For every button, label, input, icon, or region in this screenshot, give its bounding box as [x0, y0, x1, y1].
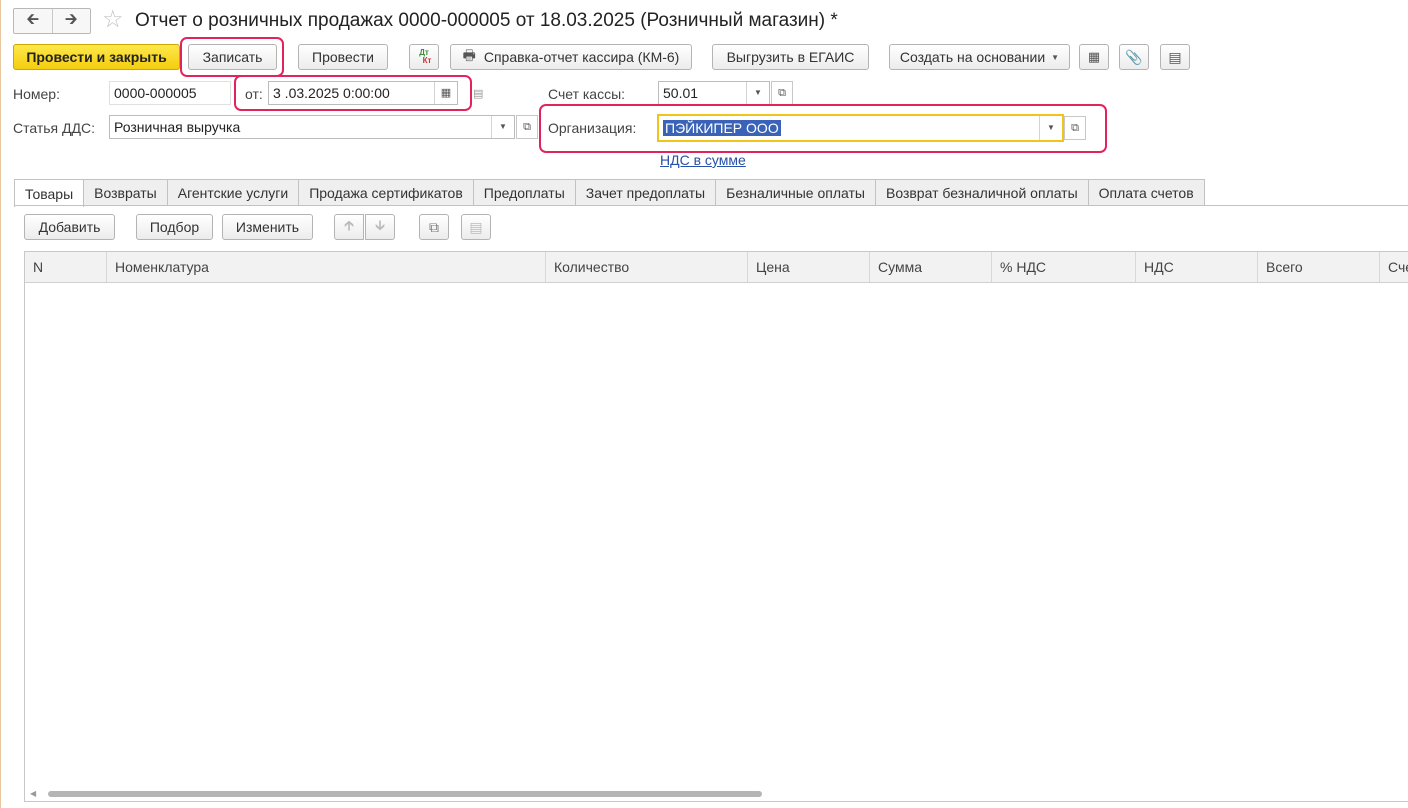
move-up-button[interactable]: 🡱	[334, 214, 364, 240]
arrow-down-icon: 🡳	[374, 217, 386, 233]
paste-icon: ▤	[469, 218, 483, 235]
paperclip-icon: 📎	[1125, 48, 1143, 65]
more-button[interactable]: ▤	[1160, 44, 1190, 70]
tab-divider	[14, 205, 1408, 206]
tab-cashless-payments[interactable]: Безналичные оплаты	[715, 179, 876, 206]
column-header-nomenclature[interactable]: Номенклатура	[107, 252, 546, 282]
dt-kt-button[interactable]: Дт Кт	[409, 44, 439, 70]
horizontal-scrollbar[interactable]: ◀	[24, 789, 1408, 799]
open-icon[interactable]: ⧉	[1064, 116, 1086, 140]
date-field[interactable]: 3 .03.2025 0:00:00 ▦	[268, 81, 458, 105]
date-label: от:	[245, 86, 263, 102]
open-icon[interactable]: ⧉	[516, 115, 538, 139]
cashier-report-button[interactable]: 🖶 Справка-отчет кассира (КМ-6)	[450, 44, 692, 70]
organization-field[interactable]: ПЭЙКИПЕР ООО ▼	[657, 114, 1064, 142]
goods-table[interactable]: N Номенклатура Количество Цена Сумма % Н…	[24, 251, 1408, 802]
scroll-left-icon[interactable]: ◀	[30, 789, 36, 798]
column-header-n[interactable]: N	[25, 252, 107, 282]
table-header: N Номенклатура Количество Цена Сумма % Н…	[25, 252, 1408, 283]
org-label: Организация:	[548, 120, 637, 136]
forward-arrow-icon[interactable]: 🡲	[51, 9, 91, 33]
paste-button[interactable]: ▤	[461, 214, 491, 240]
cashier-report-label: Справка-отчет кассира (КМ-6)	[483, 49, 680, 65]
tab-prepayments[interactable]: Предоплаты	[472, 179, 576, 206]
history-icon[interactable]: ▤	[473, 87, 483, 100]
dds-value: Розничная выручка	[114, 119, 241, 135]
column-header-account[interactable]: Сче	[1380, 252, 1408, 282]
favorite-star-icon[interactable]: ☆	[102, 7, 124, 33]
tab-prepayment-offset[interactable]: Зачет предоплаты	[574, 179, 717, 206]
number-label: Номер:	[13, 86, 60, 102]
post-and-close-button[interactable]: Провести и закрыть	[13, 44, 180, 70]
printer-icon: 🖶	[462, 47, 476, 63]
structure-icon: ▦	[1087, 49, 1101, 64]
chevron-down-icon[interactable]: ▼	[746, 82, 769, 104]
dds-field[interactable]: Розничная выручка ▼	[109, 115, 515, 139]
arrow-up-icon: 🡱	[343, 217, 355, 233]
number-field[interactable]: 0000-000005	[109, 81, 231, 105]
column-header-sum[interactable]: Сумма	[870, 252, 992, 282]
chevron-down-icon[interactable]: ▼	[1039, 116, 1062, 140]
cash-account-label: Счет кассы:	[548, 86, 626, 102]
vat-link[interactable]: НДС в сумме	[660, 152, 746, 168]
create-based-on-button[interactable]: Создать на основании ▼	[889, 44, 1070, 70]
tab-cashless-refund[interactable]: Возврат безналичной оплаты	[874, 179, 1089, 206]
org-value: ПЭЙКИПЕР ООО	[663, 120, 781, 136]
tab-certificate-sales[interactable]: Продажа сертификатов	[298, 179, 474, 206]
cash-account-field[interactable]: 50.01 ▼	[658, 81, 770, 105]
post-button[interactable]: Провести	[298, 44, 388, 70]
structure-button[interactable]: ▦	[1079, 44, 1109, 70]
date-value: 3 .03.2025 0:00:00	[273, 85, 390, 101]
tab-returns[interactable]: Возвраты	[83, 179, 168, 206]
window-edge	[0, 0, 1, 808]
tab-goods[interactable]: Товары	[14, 179, 85, 207]
edit-button[interactable]: Изменить	[222, 214, 313, 240]
save-button[interactable]: Записать	[188, 44, 277, 70]
copy-icon: ⧉	[429, 218, 439, 235]
open-icon[interactable]: ⧉	[771, 81, 793, 105]
egais-export-button[interactable]: Выгрузить в ЕГАИС	[712, 44, 869, 70]
column-header-vat[interactable]: НДС	[1136, 252, 1258, 282]
calendar-icon[interactable]: ▦	[434, 82, 457, 104]
copy-button[interactable]: ⧉	[419, 214, 449, 240]
pick-button[interactable]: Подбор	[136, 214, 213, 240]
column-header-vat-rate[interactable]: % НДС	[992, 252, 1136, 282]
column-header-total[interactable]: Всего	[1258, 252, 1380, 282]
create-based-on-label: Создать на основании	[899, 49, 1046, 65]
tab-invoice-payments[interactable]: Оплата счетов	[1087, 179, 1205, 206]
scrollbar-thumb[interactable]	[48, 791, 762, 797]
column-header-price[interactable]: Цена	[748, 252, 870, 282]
document-list-icon: ▤	[1168, 48, 1182, 65]
column-header-quantity[interactable]: Количество	[546, 252, 748, 282]
attachments-button[interactable]: 📎	[1119, 44, 1149, 70]
dds-label: Статья ДДС:	[13, 120, 95, 136]
tab-bar: Товары Возвраты Агентские услуги Продажа…	[14, 179, 1205, 207]
dt-kt-icon: Дт Кт	[419, 48, 432, 65]
navigation-group: 🡰 🡲	[13, 8, 91, 34]
dropdown-caret-icon: ▼	[1051, 52, 1060, 62]
add-button[interactable]: Добавить	[24, 214, 115, 240]
page-title: Отчет о розничных продажах 0000-000005 о…	[135, 10, 838, 31]
move-down-button[interactable]: 🡳	[365, 214, 395, 240]
cash-account-value: 50.01	[663, 85, 699, 101]
tab-agent-services[interactable]: Агентские услуги	[166, 179, 300, 206]
chevron-down-icon[interactable]: ▼	[491, 116, 514, 138]
back-arrow-icon[interactable]: 🡰	[14, 9, 52, 33]
